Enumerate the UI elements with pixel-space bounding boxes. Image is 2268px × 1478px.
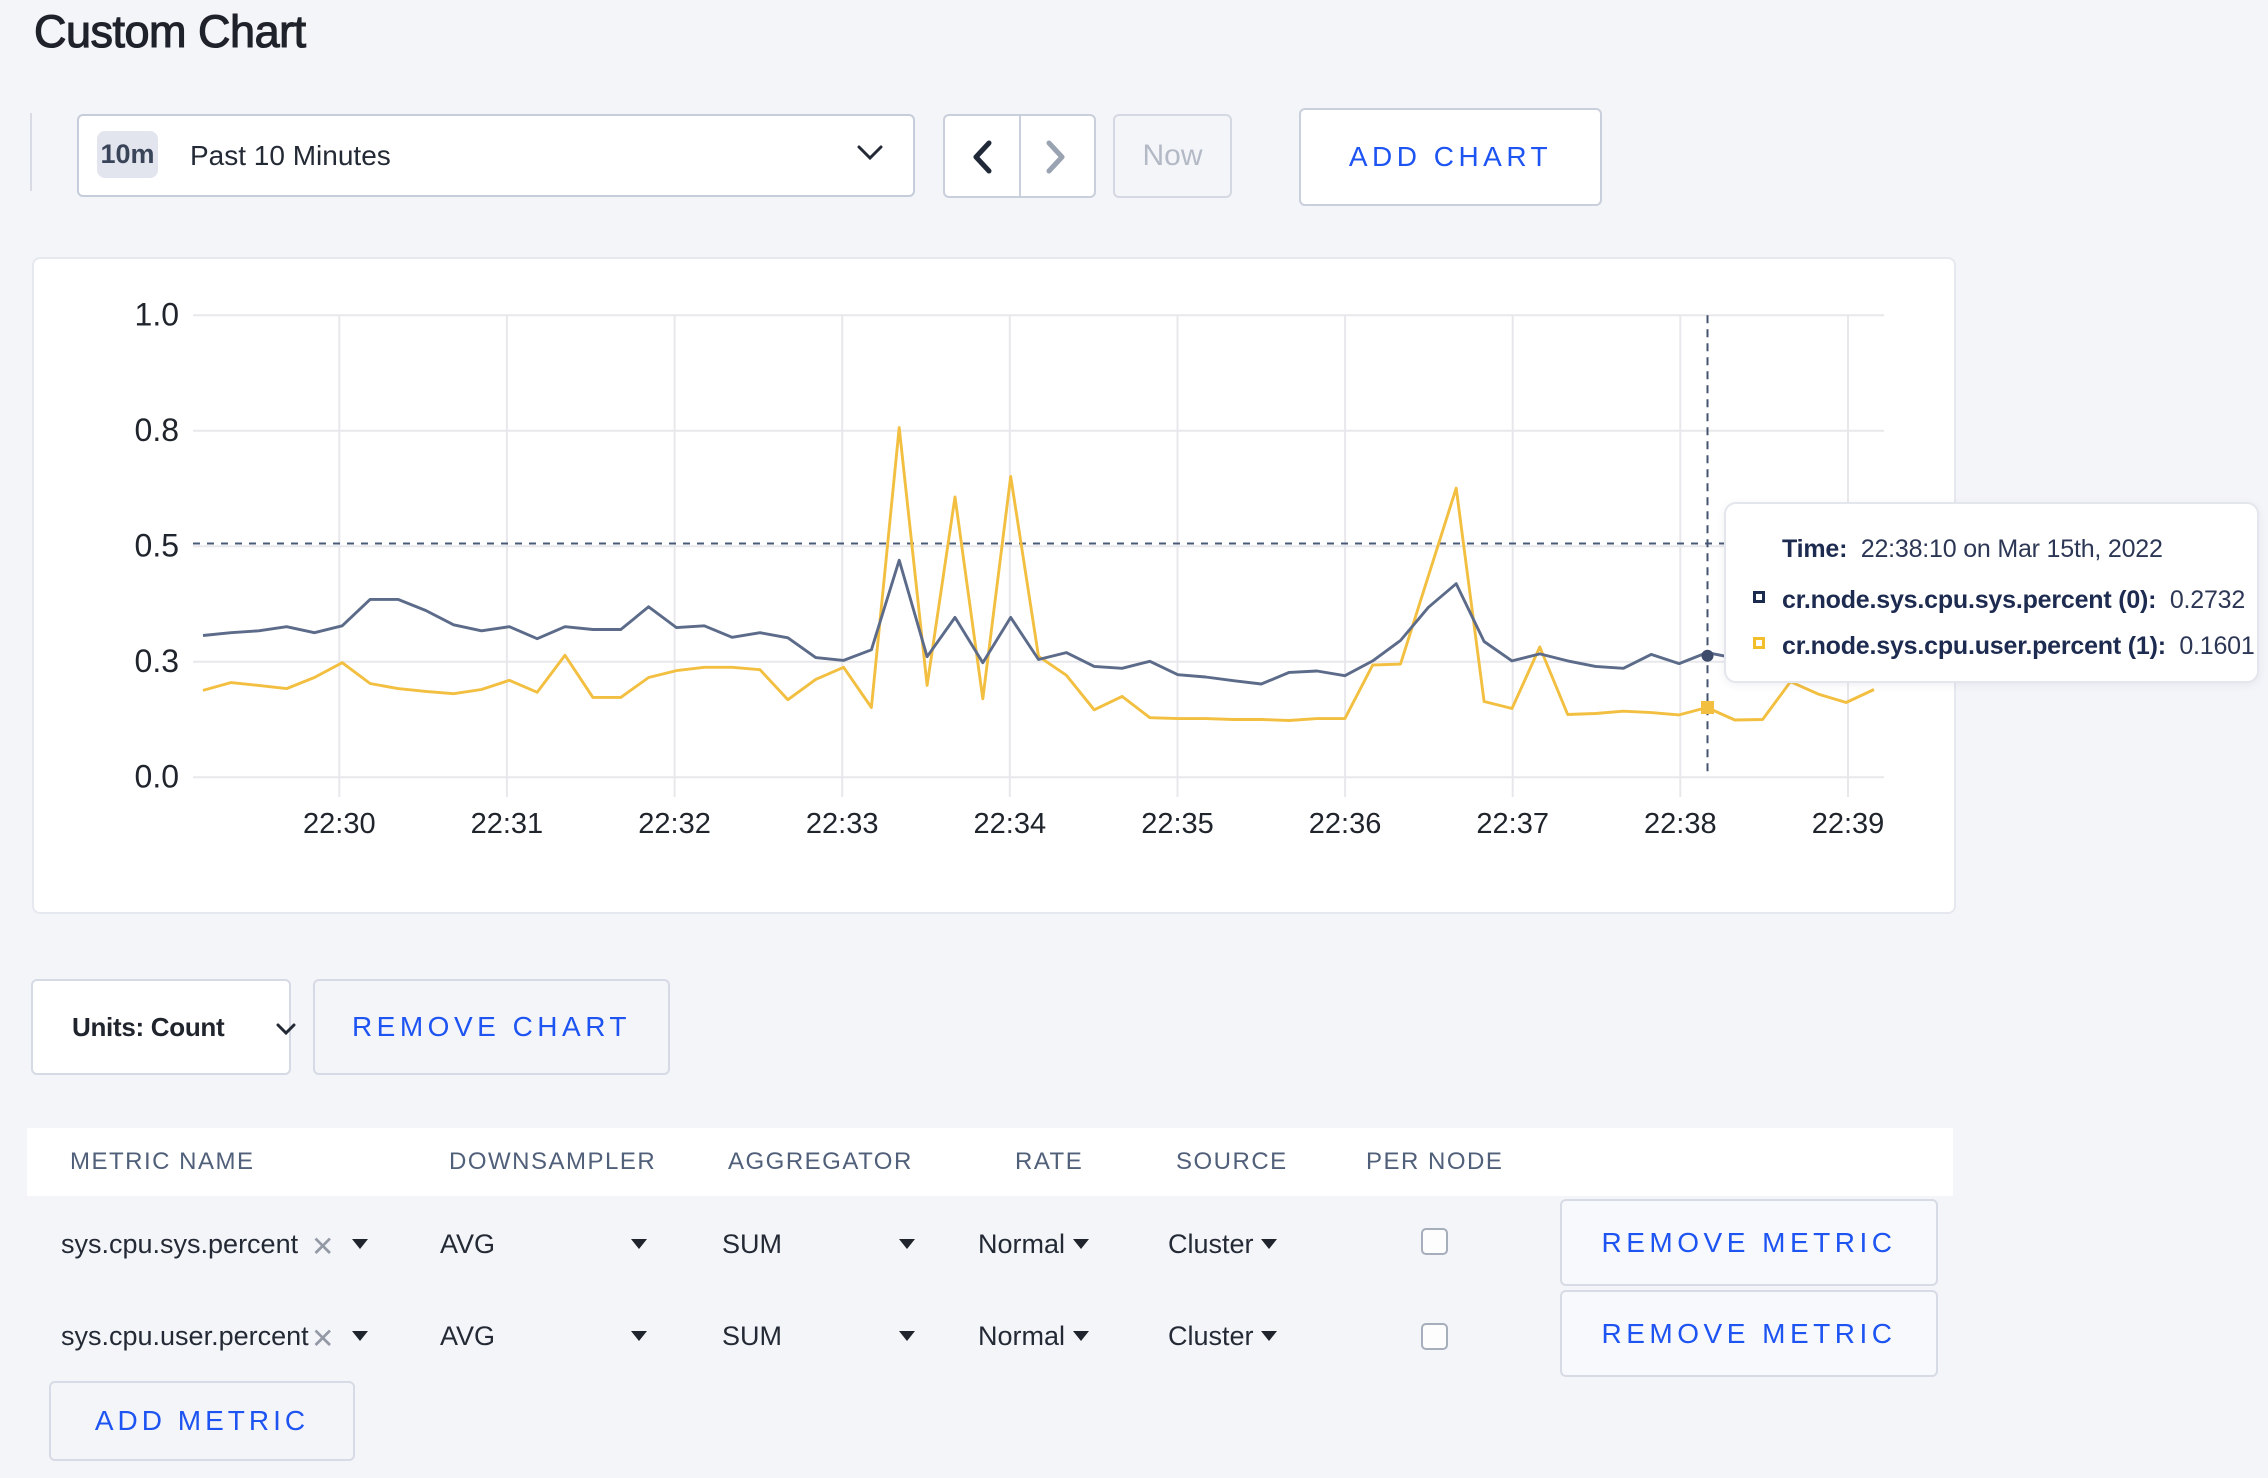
svg-text:0.3: 0.3 [135,643,179,679]
svg-text:22:38: 22:38 [1644,808,1717,840]
svg-text:22:39: 22:39 [1812,808,1885,840]
svg-text:0.0: 0.0 [135,758,179,794]
svg-text:1.0: 1.0 [135,296,179,332]
svg-text:22:32: 22:32 [638,808,711,840]
svg-text:0.5: 0.5 [135,527,179,563]
svg-text:22:36: 22:36 [1309,808,1382,840]
svg-text:22:37: 22:37 [1476,808,1549,840]
svg-text:0.8: 0.8 [135,412,179,448]
svg-text:22:34: 22:34 [974,808,1047,840]
svg-text:22:35: 22:35 [1141,808,1214,840]
svg-text:22:31: 22:31 [471,808,544,840]
svg-text:22:33: 22:33 [806,808,879,840]
svg-text:22:30: 22:30 [303,808,376,840]
